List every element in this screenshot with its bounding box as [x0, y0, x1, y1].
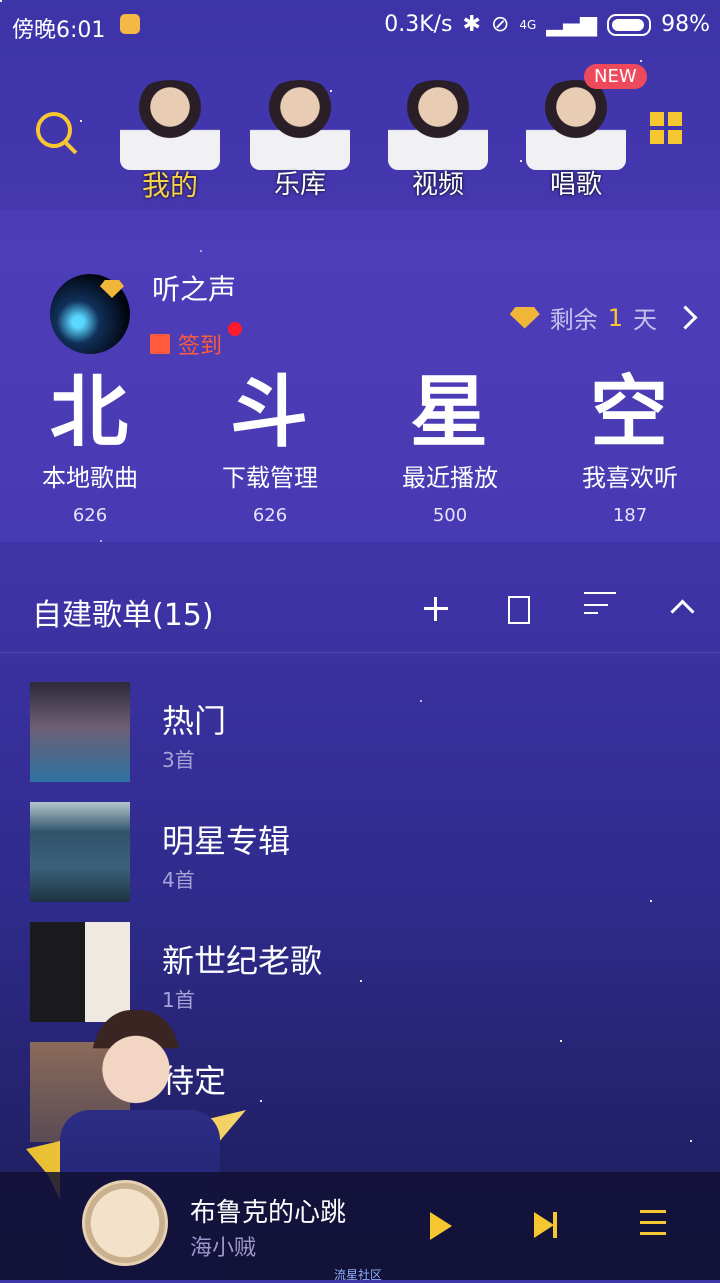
- singer-face: [92, 1010, 180, 1118]
- vip-diamond-icon: [509, 306, 540, 329]
- community-label: 流星社区: [334, 1268, 383, 1282]
- mini-player[interactable]: 布鲁克的心跳 海小贼: [0, 1172, 720, 1280]
- quick-label: 本地歌曲: [42, 464, 138, 492]
- vip-days: 1: [607, 303, 623, 332]
- network-type: 4G: [519, 17, 537, 32]
- signin-button[interactable]: 签到: [150, 328, 222, 360]
- playlist-name: 明星专辑: [162, 822, 291, 860]
- play-icon[interactable]: [430, 1212, 452, 1240]
- quick-actions: 北 本地歌曲 626 斗 下载管理 626 星 最近播放 500 空 我喜欢听 …: [0, 368, 720, 526]
- tab-library[interactable]: 乐库: [240, 80, 360, 200]
- new-badge: NEW: [584, 64, 647, 89]
- grid-menu-icon[interactable]: [650, 112, 682, 144]
- song-artist: 海小贼: [190, 1236, 257, 1261]
- quick-glyph: 星: [409, 368, 490, 458]
- quick-glyph: 北: [49, 368, 130, 458]
- chevron-right-icon: [673, 305, 698, 330]
- add-playlist-icon[interactable]: [420, 593, 452, 625]
- network-speed: 0.3K/s: [384, 12, 453, 37]
- tab-sing-avatar: [526, 80, 626, 170]
- status-right: 0.3K/s ✱ ⊘ 4G ▂▄▆ 98%: [384, 12, 710, 37]
- status-time: 傍晚6:01: [12, 18, 106, 43]
- quick-count: 187: [612, 505, 648, 526]
- sort-icon[interactable]: [584, 592, 616, 626]
- album-disc[interactable]: [82, 1180, 168, 1266]
- quick-count: 500: [432, 505, 468, 526]
- tab-mine[interactable]: 我的: [110, 80, 230, 202]
- playlist-section-title[interactable]: 自建歌单(15): [32, 590, 214, 634]
- battery-icon: [607, 13, 652, 36]
- mute-icon: ⊘: [490, 12, 510, 37]
- tab-label: 乐库: [273, 170, 326, 200]
- quick-count: 626: [72, 505, 108, 526]
- quick-glyph: 空: [589, 368, 670, 458]
- tab-mine-avatar: [120, 80, 220, 170]
- quick-downloads[interactable]: 斗 下载管理 626: [180, 368, 360, 526]
- quick-label: 我喜欢听: [582, 464, 678, 492]
- profile-card: 听之声 签到 剩余 1 天 北 本地歌曲 626 斗 下载管理 626 星 最近…: [0, 210, 720, 542]
- tab-video[interactable]: 视频: [378, 80, 498, 200]
- gift-icon: [150, 334, 170, 354]
- list-item[interactable]: 明星专辑 4首: [0, 800, 720, 920]
- list-item[interactable]: 热门 3首: [0, 680, 720, 800]
- username[interactable]: 听之声: [152, 268, 236, 308]
- battery-level: 98%: [661, 12, 710, 37]
- next-track-icon[interactable]: [534, 1212, 557, 1238]
- notification-dot: [228, 322, 242, 336]
- playlist-header: 自建歌单(15): [0, 564, 720, 652]
- manage-icon[interactable]: [502, 593, 534, 625]
- search-icon[interactable]: [36, 112, 72, 148]
- bluetooth-icon: ✱: [462, 12, 481, 37]
- status-bar: 傍晚6:01 0.3K/s ✱ ⊘ 4G ▂▄▆ 98%: [0, 0, 720, 52]
- quick-label: 下载管理: [222, 464, 318, 492]
- tab-label: 唱歌: [549, 170, 602, 200]
- playlist-actions: [420, 592, 698, 626]
- playlist-cover: [30, 802, 130, 902]
- playlist-cover: [30, 682, 130, 782]
- tab-label: 我的: [141, 169, 198, 202]
- vip-remaining[interactable]: 剩余 1 天: [509, 300, 698, 335]
- vip-prefix: 剩余: [549, 306, 598, 334]
- tab-sing[interactable]: 唱歌: [516, 80, 636, 200]
- playlist-name: 热门: [162, 702, 227, 740]
- tab-video-avatar: [388, 80, 488, 170]
- tab-library-avatar: [250, 80, 350, 170]
- quick-count: 626: [252, 505, 288, 526]
- playlist-count: 4首: [162, 868, 195, 892]
- tab-label: 视频: [411, 170, 464, 200]
- playlist-cover: [30, 922, 130, 1022]
- vip-suffix: 天: [633, 306, 657, 334]
- playlist-queue-icon[interactable]: [640, 1210, 666, 1239]
- collapse-icon[interactable]: [666, 593, 698, 625]
- quick-favorites[interactable]: 空 我喜欢听 187: [540, 368, 720, 526]
- playlist-count: 1首: [162, 988, 195, 1012]
- signal-icon: ▂▄▆: [546, 12, 598, 37]
- quick-label: 最近播放: [402, 464, 498, 492]
- song-title: 布鲁克的心跳: [190, 1198, 347, 1228]
- quick-recent[interactable]: 星 最近播放 500: [360, 368, 540, 526]
- playlist-count: 3首: [162, 748, 195, 772]
- app-notification-icon: [120, 14, 140, 34]
- top-nav: 我的 乐库 视频 唱歌 NEW: [0, 60, 720, 210]
- divider: [0, 652, 720, 653]
- playlist-name: 新世纪老歌: [162, 942, 323, 980]
- quick-local-songs[interactable]: 北 本地歌曲 626: [0, 368, 180, 526]
- quick-glyph: 斗: [229, 368, 310, 458]
- signin-label: 签到: [178, 334, 223, 359]
